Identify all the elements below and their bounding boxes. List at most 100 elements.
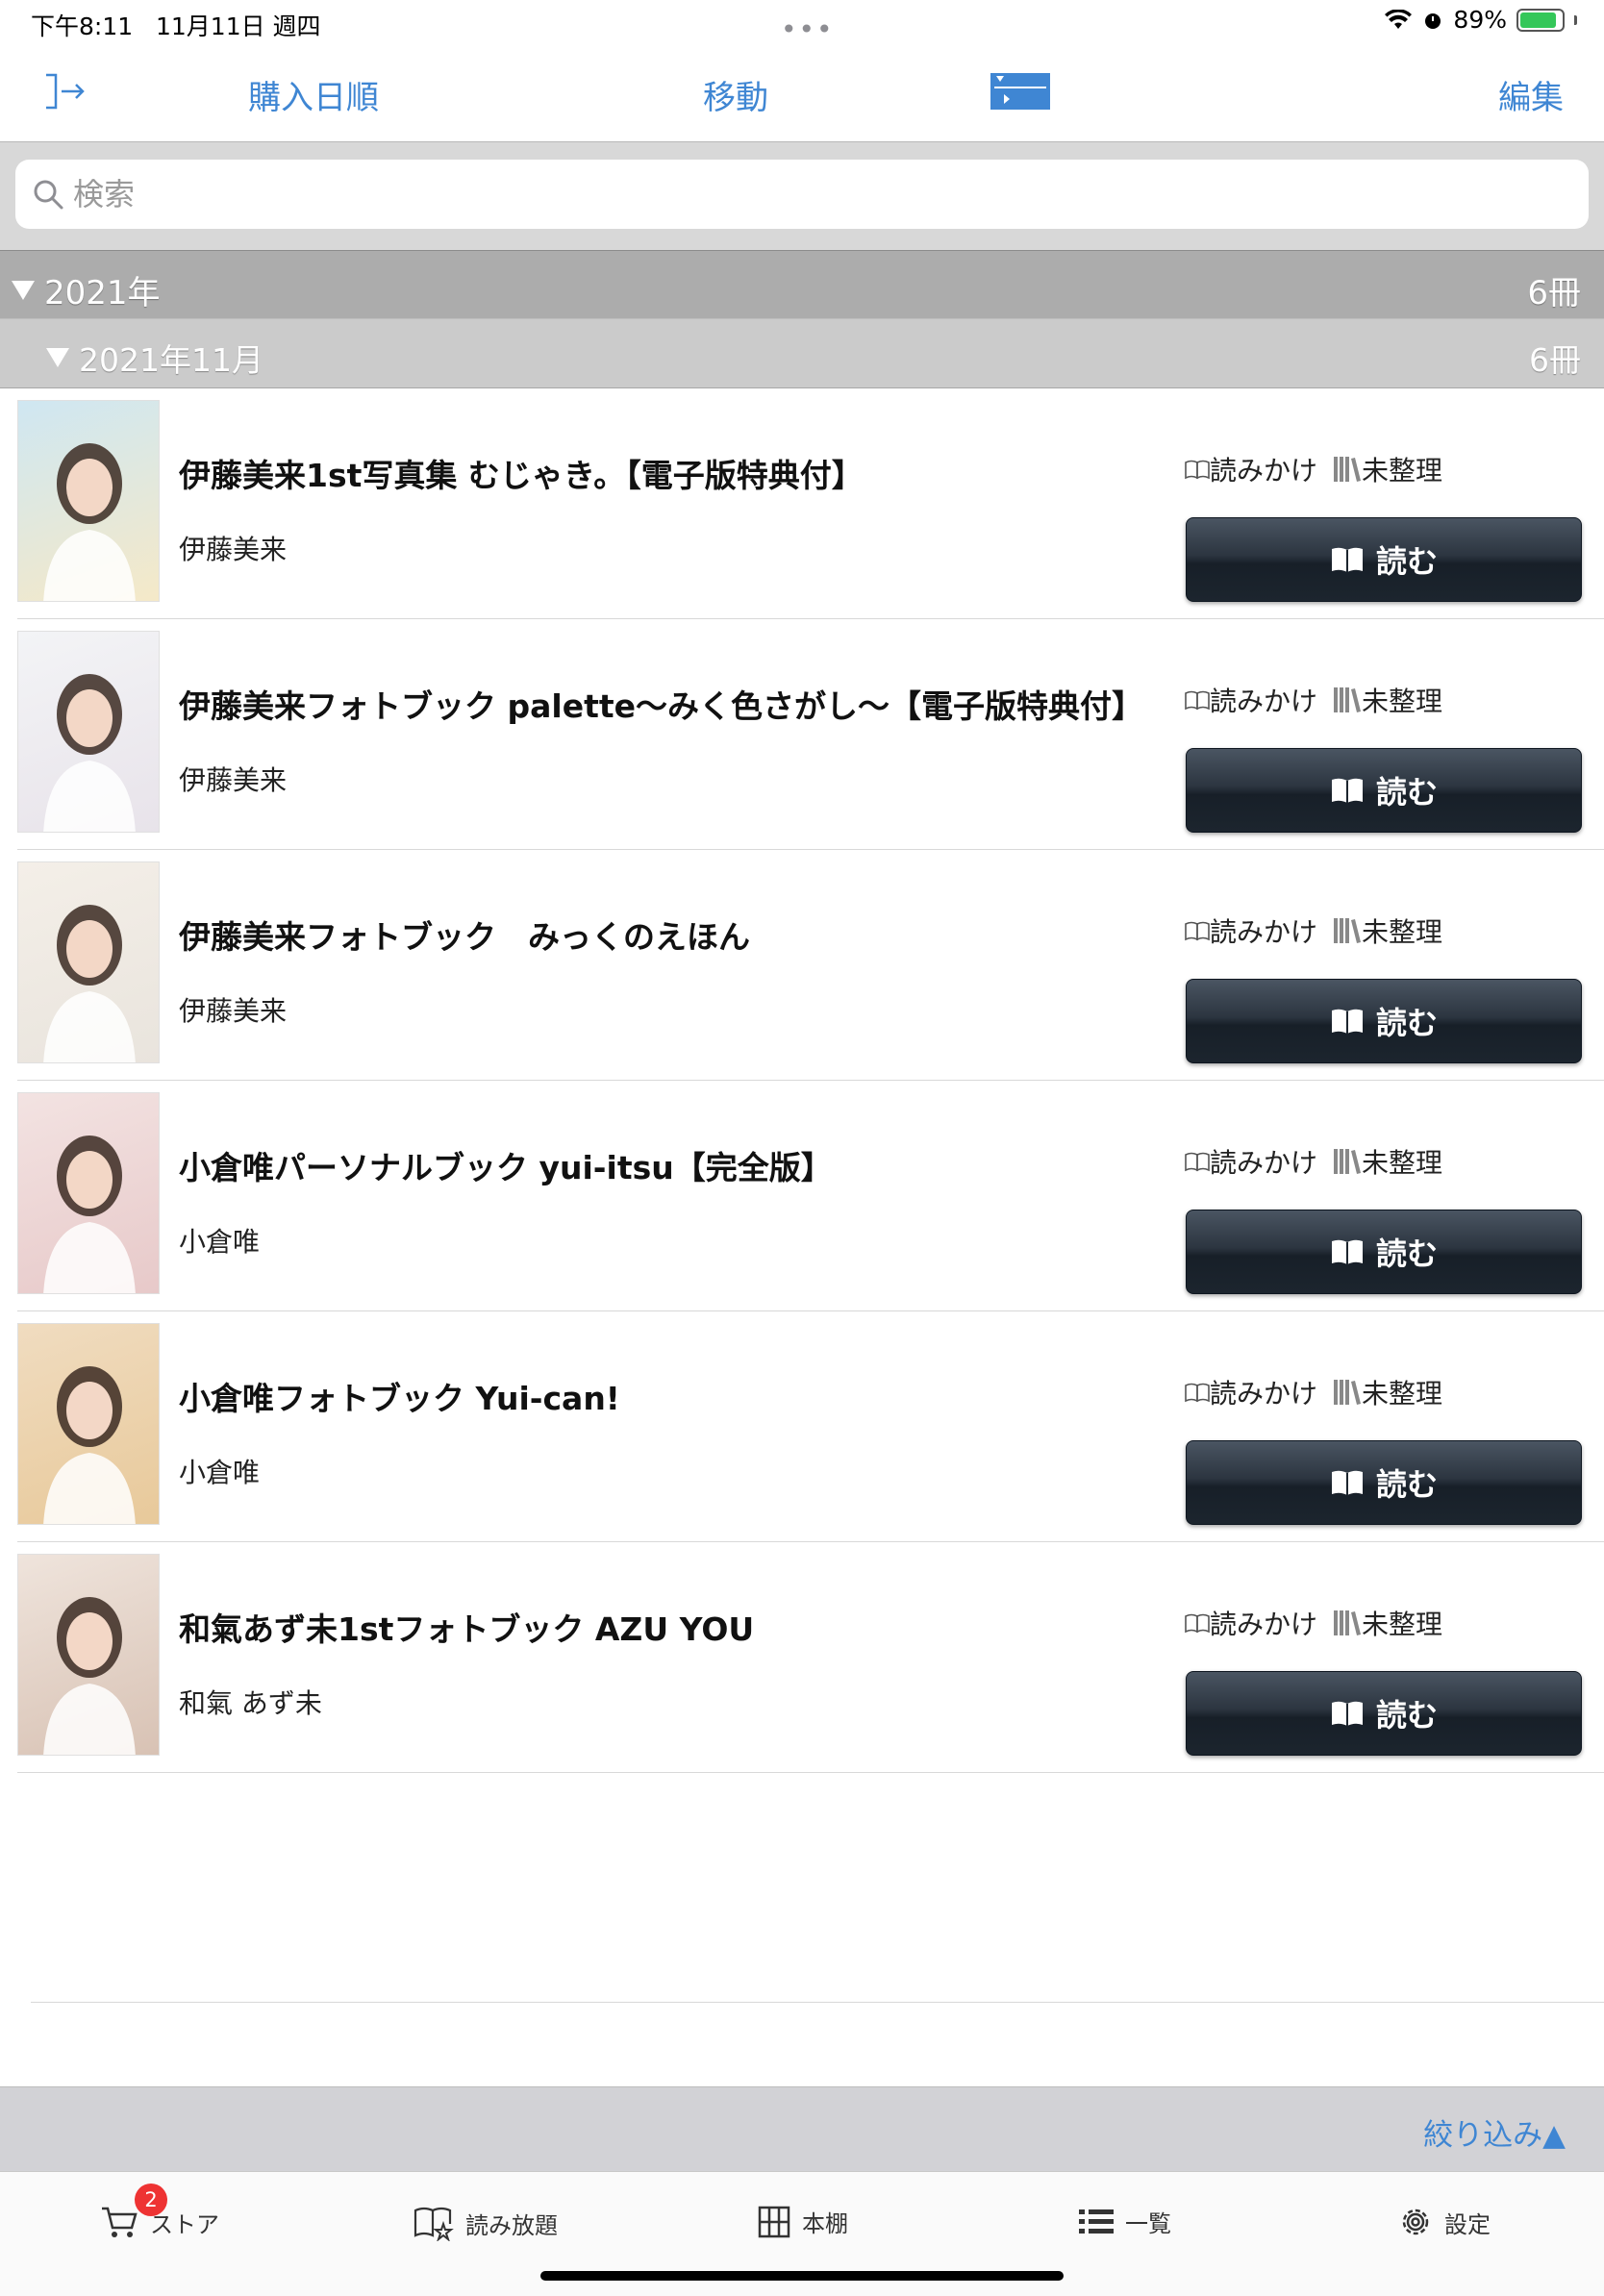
book-title[interactable]: 伊藤美来1st写真集 むじゃき。【電子版特典付】 — [179, 450, 864, 496]
book-title[interactable]: 伊藤美来フォトブック みっくのえほん — [179, 911, 750, 958]
status-indicators: 89% — [1384, 6, 1577, 34]
shelf-status: 未整理 — [1333, 911, 1442, 950]
reading-status-label: 読みかけ — [1210, 1147, 1318, 1179]
reading-status-label: 読みかけ — [1210, 1609, 1318, 1640]
book-author: 小倉唯 — [179, 1457, 261, 1488]
reading-status-label: 読みかけ — [1210, 1378, 1318, 1410]
filter-button[interactable]: 絞り込み▲ — [1423, 2110, 1566, 2154]
open-book-icon — [1185, 460, 1210, 480]
tab-list[interactable]: 一覧 — [1079, 2205, 1171, 2238]
shelf-status: 未整理 — [1333, 1142, 1442, 1181]
book-status: 読みかけ 未整理 — [1185, 911, 1442, 950]
read-button-label: 読む — [1375, 1466, 1438, 1503]
bookshelf-icon — [1334, 1149, 1362, 1174]
status-date: 11月11日 週四 — [155, 12, 321, 40]
read-button[interactable]: 読む — [1186, 1440, 1582, 1525]
nav-bar: 購入日順 移動 編集 — [0, 48, 1604, 142]
disclosure-triangle-icon — [12, 281, 35, 300]
multitasking-dots-icon[interactable]: ••• — [781, 13, 835, 45]
search-area — [0, 142, 1604, 250]
sort-button[interactable]: 購入日順 — [248, 71, 379, 118]
read-button[interactable]: 読む — [1186, 979, 1582, 1063]
book-cover[interactable] — [17, 1554, 160, 1756]
bookshelf-icon — [1334, 1610, 1362, 1635]
book-status: 読みかけ 未整理 — [1185, 1373, 1442, 1411]
book-title[interactable]: 小倉唯フォトブック Yui-can! — [179, 1373, 620, 1419]
book-status: 読みかけ 未整理 — [1185, 1604, 1442, 1642]
list-divider — [31, 2002, 1604, 2003]
edit-button[interactable]: 編集 — [1498, 71, 1564, 118]
book-author: 伊藤美来 — [179, 995, 288, 1027]
shelf-status-label: 未整理 — [1362, 1378, 1443, 1410]
book-icon — [1331, 1470, 1363, 1495]
book-icon — [1331, 547, 1363, 572]
book-cover[interactable] — [17, 400, 160, 602]
battery-cap — [1574, 14, 1577, 25]
book-author: 小倉唯 — [179, 1226, 261, 1258]
bookshelf-icon — [1334, 918, 1362, 943]
book-author: 伊藤美来 — [179, 764, 288, 796]
home-indicator[interactable] — [540, 2271, 1064, 2281]
book-row[interactable]: 小倉唯パーソナルブック yui-itsu【完全版】 小倉唯 読みかけ 未整理 読… — [17, 1081, 1604, 1311]
tab-bookshelf[interactable]: 本棚 — [758, 2205, 848, 2238]
book-row[interactable]: 伊藤美来1st写真集 むじゃき。【電子版特典付】 伊藤美来 読みかけ 未整理 読… — [17, 388, 1604, 619]
book-row[interactable]: 和氣あず未1stフォトブック AZU YOU 和氣 あず未 読みかけ 未整理 読… — [17, 1542, 1604, 1773]
book-row[interactable]: 伊藤美来フォトブック palette～みく色さがし～【電子版特典付】 伊藤美来 … — [17, 619, 1604, 850]
open-book-icon — [1185, 921, 1210, 941]
filter-toggle-icon[interactable] — [990, 73, 1050, 110]
section-month-label: 2021年11月 — [79, 341, 263, 379]
tab-settings[interactable]: 設定 — [1398, 2205, 1491, 2239]
search-icon — [34, 180, 63, 210]
book-title[interactable]: 和氣あず未1stフォトブック AZU YOU — [179, 1604, 754, 1650]
tab-store[interactable]: 2 ストア — [100, 2184, 219, 2239]
disclosure-triangle-icon — [46, 348, 69, 367]
tab-settings-label: 設定 — [1444, 2210, 1491, 2238]
read-button[interactable]: 読む — [1186, 1210, 1582, 1294]
section-year-label-wrap: 2021年 — [12, 266, 161, 313]
status-time: 下午8:11 — [31, 12, 134, 40]
book-status: 読みかけ 未整理 — [1185, 681, 1442, 719]
search-input[interactable] — [73, 176, 1516, 212]
section-year-header[interactable]: 2021年 6冊 — [0, 250, 1604, 319]
reading-status: 読みかけ — [1185, 1604, 1317, 1642]
shelf-status: 未整理 — [1333, 450, 1442, 488]
shelf-status: 未整理 — [1333, 1373, 1442, 1411]
cover-portrait-icon — [43, 1366, 136, 1524]
open-book-icon — [1185, 1383, 1210, 1403]
tab-subscription[interactable]: 読み放題 — [414, 2205, 558, 2241]
shelf-status-label: 未整理 — [1362, 686, 1443, 717]
book-cover[interactable] — [17, 1323, 160, 1525]
book-cover[interactable] — [17, 1092, 160, 1294]
book-row[interactable]: 伊藤美来フォトブック みっくのえほん 伊藤美来 読みかけ 未整理 読む — [17, 850, 1604, 1081]
open-book-icon — [1185, 1152, 1210, 1172]
reading-status-label: 読みかけ — [1210, 916, 1318, 948]
shelf-status-label: 未整理 — [1362, 1609, 1443, 1640]
book-row[interactable]: 小倉唯フォトブック Yui-can! 小倉唯 読みかけ 未整理 読む — [17, 1311, 1604, 1542]
read-button[interactable]: 読む — [1186, 1671, 1582, 1756]
shelf-status-label: 未整理 — [1362, 455, 1443, 487]
book-star-icon — [414, 2207, 454, 2241]
book-status: 読みかけ 未整理 — [1185, 1142, 1442, 1181]
book-icon — [1331, 1239, 1363, 1264]
read-button-label: 読む — [1375, 1235, 1438, 1272]
read-button[interactable]: 読む — [1186, 748, 1582, 833]
read-button-label: 読む — [1375, 1005, 1438, 1041]
move-button[interactable]: 移動 — [703, 71, 768, 118]
exit-arrow-icon[interactable] — [40, 67, 88, 115]
book-cover[interactable] — [17, 861, 160, 1063]
book-icon — [1331, 1701, 1363, 1726]
book-author: 和氣 あず未 — [179, 1687, 322, 1719]
read-button[interactable]: 読む — [1186, 517, 1582, 602]
book-title[interactable]: 小倉唯パーソナルブック yui-itsu【完全版】 — [179, 1142, 833, 1188]
reading-status: 読みかけ — [1185, 681, 1317, 719]
grid-icon — [758, 2206, 790, 2237]
search-box[interactable] — [15, 160, 1589, 229]
reading-status-label: 読みかけ — [1210, 686, 1318, 717]
reading-status-label: 読みかけ — [1210, 455, 1318, 487]
bookshelf-icon — [1334, 457, 1362, 482]
status-bar: 下午8:11 11月11日 週四 ••• 89% — [0, 0, 1604, 48]
book-title[interactable]: 伊藤美来フォトブック palette～みく色さがし～【電子版特典付】 — [179, 681, 1143, 727]
book-cover[interactable] — [17, 631, 160, 833]
section-month-header[interactable]: 2021年11月 6冊 — [0, 319, 1604, 388]
book-list: 伊藤美来1st写真集 むじゃき。【電子版特典付】 伊藤美来 読みかけ 未整理 読… — [0, 388, 1604, 1773]
